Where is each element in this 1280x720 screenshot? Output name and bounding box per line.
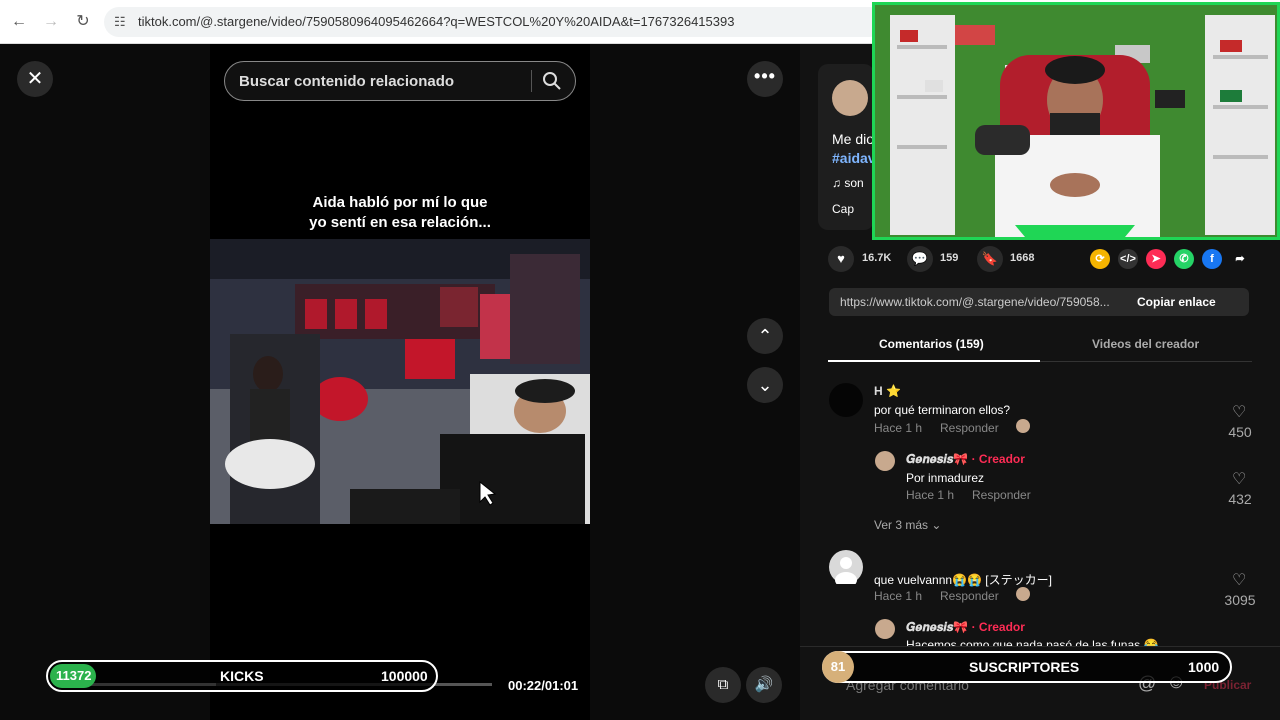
share-link-box: https://www.tiktok.com/@.stargene/video/… (829, 288, 1249, 316)
tab-creator-videos[interactable]: Videos del creador (1092, 337, 1199, 351)
comment-like-count: 432 (1228, 491, 1252, 507)
embed-icon[interactable]: </> (1118, 249, 1138, 269)
comment-count: 159 (940, 252, 959, 264)
captions-toggle[interactable]: Cap (832, 202, 854, 216)
floating-player-icon[interactable]: ⧉ (705, 667, 741, 703)
save-count: 1668 (1010, 252, 1035, 264)
more-options-button[interactable]: ••• (747, 61, 783, 97)
caption-line-2: yo sentí en esa relación... (309, 214, 491, 231)
share-arrow-icon[interactable]: ➦ (1230, 249, 1250, 269)
comment-like-icon[interactable]: ♡ (1232, 402, 1246, 422)
subs-label: SUSCRIPTORES (969, 659, 1080, 675)
reply-button[interactable]: Responder (972, 488, 1031, 502)
bookmark-icon[interactable]: 🔖 (977, 246, 1003, 272)
kicks-goal-bar: 11372 KICKS 100000 (46, 660, 438, 692)
kicks-current: 11372 (50, 664, 96, 688)
creator-tag: · Creador (968, 452, 1025, 466)
volume-icon[interactable]: 🔊 (746, 667, 782, 703)
webcam-feed-illustration (875, 5, 1277, 237)
panel-tabs: Comentarios (159) Videos del creador (828, 330, 1252, 362)
repost-icon[interactable]: ⟳ (1090, 249, 1110, 269)
subs-current: 81 (822, 651, 854, 683)
reply-username-text: 𝑮𝒆𝒏𝒆𝒔𝒊𝒔🎀 (906, 620, 969, 634)
video-caption: Aida habló por mí lo que yo sentí en esa… (230, 193, 570, 233)
author-avatar[interactable] (832, 80, 868, 116)
video-scene-illustration (210, 239, 590, 524)
like-count: 16.7K (862, 252, 892, 264)
caption-line-1: Aida habló por mí lo que (312, 194, 488, 211)
like-icon[interactable]: ♥ (828, 246, 854, 272)
creator-liked-avatar (1016, 419, 1030, 433)
site-settings-icon[interactable]: ☷ (114, 14, 126, 30)
forward-button[interactable]: → (41, 12, 61, 32)
avatar[interactable] (829, 383, 863, 417)
description-text: Me dio (832, 131, 875, 147)
subscribers-goal-bar: 81 SUSCRIPTORES 1000 (822, 651, 1232, 683)
comment-icon[interactable]: 💬 (907, 246, 933, 272)
reply-text: Por inmadurez (906, 471, 985, 485)
comment-like-icon[interactable]: ♡ (1232, 570, 1246, 590)
kicks-label: KICKS (220, 668, 264, 684)
reply-button[interactable]: Responder (940, 589, 999, 603)
avatar[interactable] (875, 619, 895, 639)
reply-username[interactable]: 𝑮𝒆𝒏𝒆𝒔𝒊𝒔🎀 · Creador (906, 620, 1025, 635)
comment-like-count: 3095 (1224, 592, 1256, 608)
address-bar[interactable]: ☷ tiktok.com/@.stargene/video/7590580964… (104, 7, 884, 37)
whatsapp-icon[interactable]: ✆ (1174, 249, 1194, 269)
streamer-webcam-overlay (872, 2, 1280, 240)
search-icon[interactable] (541, 70, 563, 92)
share-link-url[interactable]: https://www.tiktok.com/@.stargene/video/… (840, 295, 1110, 309)
close-icon[interactable]: ✕ (17, 61, 53, 97)
reply-username[interactable]: 𝑮𝒆𝒏𝒆𝒔𝒊𝒔🎀 · Creador (906, 452, 1025, 467)
video-frame[interactable] (210, 239, 590, 524)
reply-username-text: 𝑮𝒆𝒏𝒆𝒔𝒊𝒔🎀 (906, 452, 969, 466)
tab-comments[interactable]: Comentarios (159) (879, 337, 984, 351)
avatar[interactable] (875, 451, 895, 471)
search-divider (531, 70, 532, 92)
reply-time: Hace 1 h (906, 488, 955, 502)
creator-tag: · Creador (968, 620, 1025, 634)
comment-username[interactable]: H ⭐ (874, 384, 901, 398)
comment-text: que vuelvannn😭😭 [ステッカー] (874, 573, 1052, 587)
related-search-input[interactable]: Buscar contenido relacionado (224, 61, 576, 101)
creator-liked-avatar (1016, 587, 1030, 601)
avatar[interactable] (829, 550, 863, 588)
url-text: tiktok.com/@.stargene/video/759058096409… (138, 14, 735, 29)
kicks-goal: 100000 (381, 668, 428, 684)
previous-video-button[interactable]: ⌃ (747, 318, 783, 354)
comment-time: Hace 1 h (874, 421, 923, 435)
comment-time: Hace 1 h (874, 589, 923, 603)
reply-button[interactable]: Responder (940, 421, 999, 435)
comment-text: por qué terminaron ellos? (874, 403, 1011, 417)
reload-button[interactable]: ↻ (73, 12, 93, 32)
next-video-button[interactable]: ⌄ (747, 367, 783, 403)
back-button[interactable]: ← (9, 12, 29, 32)
copy-link-button[interactable]: Copiar enlace (1137, 295, 1216, 309)
comment-like-icon[interactable]: ♡ (1232, 469, 1246, 489)
default-avatar-icon (835, 557, 857, 588)
facebook-icon[interactable]: f (1202, 249, 1222, 269)
search-placeholder: Buscar contenido relacionado (239, 73, 455, 90)
sound-link[interactable]: ♫ son (832, 176, 864, 190)
send-icon[interactable]: ➤ (1146, 249, 1166, 269)
comment-like-count: 450 (1228, 424, 1252, 440)
tab-active-indicator (828, 360, 1040, 362)
view-more-replies[interactable]: Ver 3 más ⌄ (874, 518, 941, 532)
description-hashtag[interactable]: #aidav (832, 150, 876, 166)
video-time: 00:22/01:01 (508, 678, 579, 693)
subs-goal: 1000 (1188, 659, 1220, 675)
